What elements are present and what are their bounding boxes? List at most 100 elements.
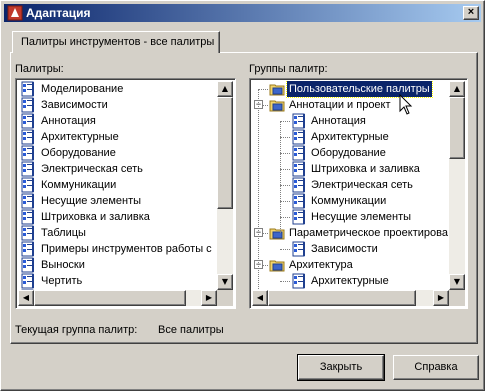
tool-palette-icon [20,257,36,273]
tool-palette-icon [20,225,36,241]
scroll-right-icon[interactable]: ▶ [201,290,217,306]
tool-palette-icon [291,177,307,193]
tree-connector [280,153,290,154]
palette-node[interactable]: Несущие элементы [252,209,449,225]
palette-list-item-label: Коммуникации [41,179,117,191]
tab-all-palettes[interactable]: Палитры инструментов - все палитры [12,31,220,53]
tree-connector [280,121,281,233]
palette-list-item-label: Оборудование [41,147,116,159]
palette-list-item[interactable]: Примеры инструментов работы с [18,241,217,257]
palette-list-item[interactable]: Моделирование [18,81,217,97]
palette-list-item[interactable]: Чертить [18,273,217,289]
scroll-left-icon[interactable]: ◀ [18,290,34,306]
scroll-thumb[interactable] [217,97,233,209]
palette-list-item[interactable]: Зависимости [18,97,217,113]
palette-node[interactable]: Коммуникации [252,193,449,209]
folder-icon [269,225,285,241]
palette-list-item[interactable]: Коммуникации [18,177,217,193]
current-group-value: Все палитры [158,324,224,336]
palette-node[interactable]: Штриховка и заливка [252,161,449,177]
palette-list-item-label: Электрическая сеть [41,163,143,175]
palette-list-item[interactable]: Электрическая сеть [18,161,217,177]
palette-list-item[interactable]: Оборудование [18,145,217,161]
close-icon: × [467,6,475,18]
tree-node-label: Коммуникации [311,195,387,207]
palette-groups-tree[interactable]: Пользовательские палитры − Аннотации и про… [249,78,468,309]
palettes-listbox[interactable]: Моделирование Зависимости Аннотация Архитек… [15,78,236,309]
scroll-thumb-h[interactable] [34,290,186,306]
scroll-up-icon[interactable]: ▲ [217,81,233,97]
palette-node[interactable]: Архитектурные [252,273,449,289]
tree-node-label: Аннотации и проект [289,99,391,111]
tree-connector [280,249,290,250]
palette-list-item[interactable]: Выноски [18,257,217,273]
tree-node-label: Электрическая сеть [311,179,413,191]
palette-list-item[interactable]: Таблицы [18,225,217,241]
tool-palette-icon [20,273,36,289]
palettes-horizontal-scrollbar[interactable]: ◀ ▶ [18,290,217,306]
tool-palette-icon [20,241,36,257]
tree-node-label: Архитектура [289,259,353,271]
palette-group-node[interactable]: − Аннотации и проект [252,97,449,113]
palettes-vertical-scrollbar[interactable]: ▲ ▼ [217,81,233,290]
palette-node[interactable]: Оборудование [252,145,449,161]
palette-list-item[interactable]: Архитектурные [18,129,217,145]
scroll-right-icon[interactable]: ▶ [433,290,449,306]
tree-node-label: Штриховка и заливка [311,163,420,175]
palette-node[interactable]: Электрическая сеть [252,177,449,193]
tree-connector [280,217,290,218]
folder-icon [269,81,285,97]
scroll-thumb[interactable] [449,97,465,159]
tree-node-label: Оборудование [311,147,386,159]
palette-node[interactable]: Аннотация [252,113,449,129]
tree-node-label: Зависимости [311,243,378,255]
tree-node-label: Аннотация [311,115,366,127]
palette-list-item[interactable]: Аннотация [18,113,217,129]
palette-group-node[interactable]: Пользовательские палитры [252,81,449,98]
help-button[interactable]: Справка [393,355,479,380]
palette-list-item-label: Несущие элементы [41,195,142,207]
scroll-down-icon[interactable]: ▼ [217,274,233,290]
palette-group-node[interactable]: − Архитектура [252,257,449,273]
scroll-up-icon[interactable]: ▲ [449,81,465,97]
palette-list-item-label: Чертить [41,275,83,287]
palette-node[interactable]: Архитектурные [252,129,449,145]
palette-group-node[interactable]: − Параметрическое проектирова [252,225,449,241]
groups-tree-list: Пользовательские палитры − Аннотации и про… [252,81,449,290]
tree-node-label: Параметрическое проектирова [289,227,448,239]
tool-palette-icon [20,81,36,97]
scroll-corner [449,290,465,306]
palette-list-item-label: Таблицы [41,227,86,239]
tree-node-label: Несущие элементы [311,211,412,223]
palette-groups-label: Группы палитр: [249,63,328,75]
tool-palette-icon [20,209,36,225]
palette-list-item[interactable]: Несущие элементы [18,193,217,209]
tree-connector [280,281,290,282]
scroll-thumb-h[interactable] [268,290,416,306]
palette-list-item-label: Выноски [41,259,85,271]
palette-list-item-label: Штриховка и заливка [41,211,150,223]
window-title: Адаптация [26,6,91,20]
tab-label: Палитры инструментов - все палитры [21,36,215,48]
palette-list-item-label: Зависимости [41,99,108,111]
tool-palette-icon [20,177,36,193]
close-button[interactable]: Закрыть [297,354,385,381]
tree-connector [280,201,290,202]
palette-list-item[interactable]: Штриховка и заливка [18,209,217,225]
scroll-corner [217,290,233,306]
groups-horizontal-scrollbar[interactable]: ◀ ▶ [252,290,449,306]
tree-connector [280,169,290,170]
palette-list-item-label: Аннотация [41,115,96,127]
scroll-left-icon[interactable]: ◀ [252,290,268,306]
scroll-down-icon[interactable]: ▼ [449,274,465,290]
tool-palette-icon [291,129,307,145]
palette-node[interactable]: Зависимости [252,241,449,257]
current-group-label: Текущая группа палитр: [15,324,138,336]
close-window-button[interactable]: × [463,6,479,20]
groups-vertical-scrollbar[interactable]: ▲ ▼ [449,81,465,290]
palette-list-item-label: Примеры инструментов работы с [41,243,212,255]
title-bar[interactable]: Адаптация × [4,4,481,22]
tool-palette-icon [291,241,307,257]
tool-palette-icon [20,145,36,161]
tool-palette-icon [291,113,307,129]
